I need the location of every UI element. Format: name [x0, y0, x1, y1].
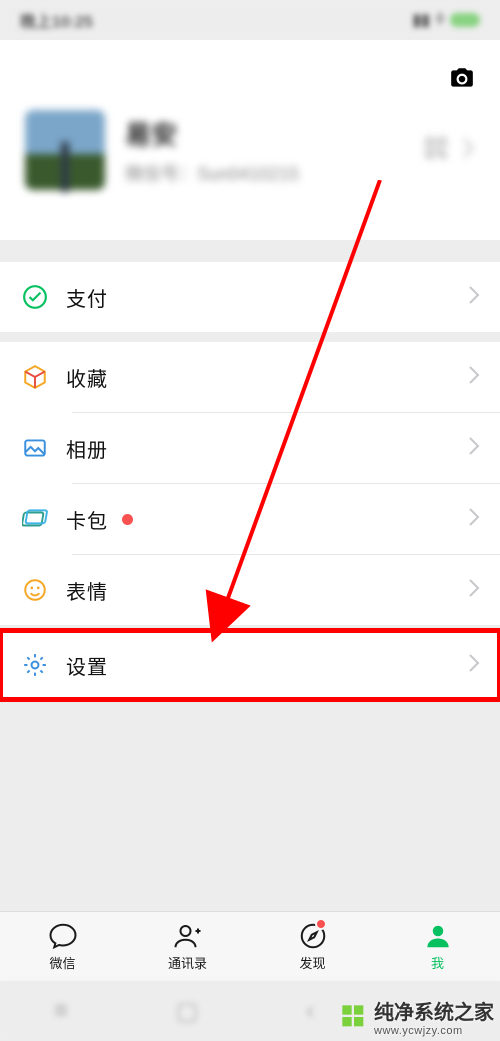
menu-group-pay: 支付	[0, 262, 500, 332]
watermark-logo-icon	[340, 1003, 368, 1031]
tab-contacts[interactable]: 通讯录	[125, 912, 250, 981]
pay-icon	[22, 284, 66, 310]
chevron-right-icon	[468, 365, 480, 390]
chat-icon	[48, 921, 78, 951]
wifi-icon: ◊	[436, 11, 444, 29]
unread-dot	[315, 918, 327, 930]
watermark-url: www.ycwjzy.com	[374, 1025, 494, 1037]
contacts-icon	[173, 921, 203, 951]
tab-label: 微信	[49, 953, 75, 972]
menu-item-cards[interactable]: 卡包	[0, 484, 500, 554]
profile-row[interactable]: 易安 微信号：Sun0410215	[25, 110, 475, 190]
profile-name: 易安	[125, 115, 299, 152]
tab-chat[interactable]: 微信	[0, 912, 125, 981]
status-time: 晚上10:25	[20, 8, 93, 32]
menu-item-pay[interactable]: 支付	[0, 262, 500, 332]
tab-label: 通讯录	[168, 953, 207, 972]
unread-dot	[122, 514, 133, 525]
recent-apps-icon[interactable]: ≡	[54, 997, 68, 1025]
menu-item-settings[interactable]: 设置	[0, 630, 500, 700]
chevron-right-icon	[468, 578, 480, 603]
back-icon[interactable]: ‹	[306, 997, 314, 1025]
profile-text: 易安 微信号：Sun0410215	[125, 115, 299, 186]
menu-item-favorites[interactable]: 收藏	[0, 342, 500, 412]
status-bar: 晚上10:25 ▮▮ ◊	[0, 0, 500, 40]
home-icon[interactable]: ▢	[176, 997, 199, 1026]
menu-label: 设置	[66, 651, 108, 680]
camera-icon[interactable]	[449, 65, 475, 96]
menu-group-settings: 设置	[0, 630, 500, 700]
tab-bar: 微信 通讯录 发现 我	[0, 911, 500, 981]
menu-label: 相册	[66, 434, 108, 463]
chevron-right-icon	[468, 507, 480, 532]
tab-discover[interactable]: 发现	[250, 912, 375, 981]
signal-icon: ▮▮	[412, 10, 430, 30]
gear-icon	[22, 652, 66, 678]
tab-label: 我	[431, 953, 444, 972]
battery-icon	[450, 13, 480, 27]
tab-me[interactable]: 我	[375, 912, 500, 981]
chevron-right-icon	[461, 137, 475, 164]
cube-icon	[22, 364, 66, 390]
watermark-title: 纯净系统之家	[374, 996, 494, 1025]
chevron-right-icon	[468, 285, 480, 310]
menu-group-main: 收藏 相册 卡包 表情	[0, 342, 500, 625]
qr-icon[interactable]	[425, 137, 447, 164]
smile-icon	[22, 577, 66, 603]
menu-label: 卡包	[66, 505, 108, 534]
profile-wxid: 微信号：Sun0410215	[125, 160, 299, 186]
picture-icon	[22, 435, 66, 461]
avatar[interactable]	[25, 110, 105, 190]
menu-label: 支付	[66, 283, 108, 312]
watermark: 纯净系统之家 www.ycwjzy.com	[340, 996, 494, 1037]
status-indicators: ▮▮ ◊	[412, 10, 480, 30]
profile-header: 易安 微信号：Sun0410215	[0, 40, 500, 240]
tab-label: 发现	[299, 953, 325, 972]
menu-item-album[interactable]: 相册	[0, 413, 500, 483]
chevron-right-icon	[468, 653, 480, 678]
person-icon	[423, 921, 453, 951]
menu-label: 表情	[66, 576, 108, 605]
chevron-right-icon	[468, 436, 480, 461]
wallet-icon	[22, 506, 66, 532]
menu-label: 收藏	[66, 363, 108, 392]
menu-item-stickers[interactable]: 表情	[0, 555, 500, 625]
